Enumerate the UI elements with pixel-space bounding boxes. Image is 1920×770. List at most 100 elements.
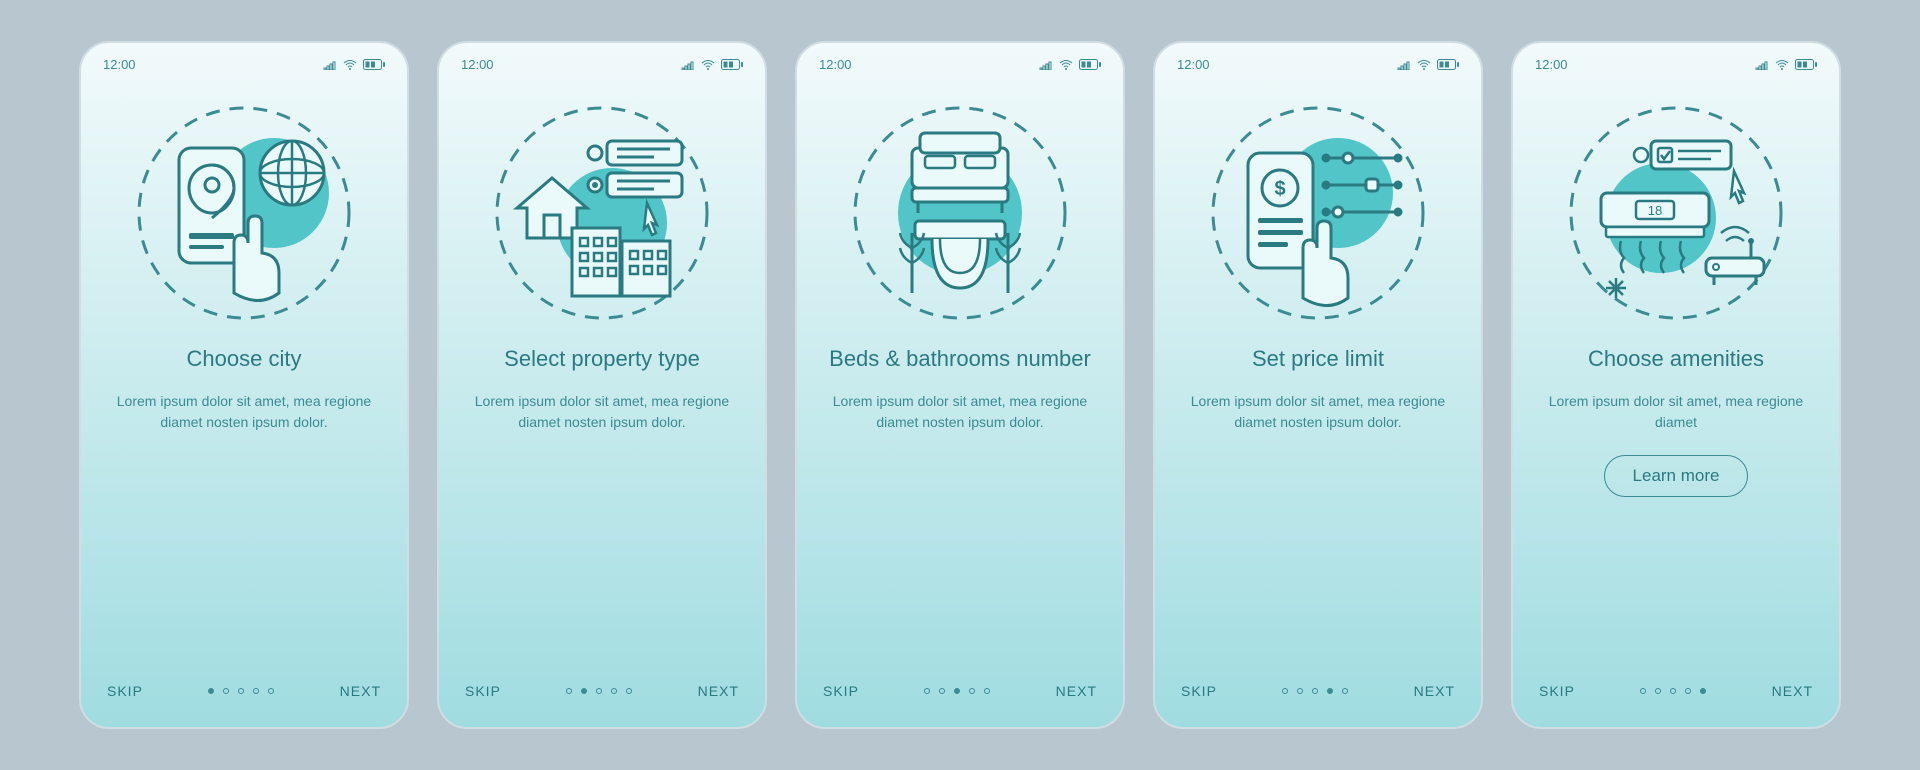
signal-icon [1755,60,1769,70]
dot[interactable] [268,688,274,694]
signal-icon [681,60,695,70]
dot[interactable] [611,688,617,694]
status-bar: 12:00 [797,43,1123,80]
status-time: 12:00 [1535,57,1568,72]
nav-bar: SKIP NEXT [439,659,765,727]
illustration-beds-bathrooms [797,80,1123,345]
dot[interactable] [1640,688,1646,694]
signal-icon [1397,60,1411,70]
phone-screen-4: 12:00 $ [1153,41,1483,729]
wifi-icon [343,60,357,70]
pagination-dots [1640,688,1706,694]
screen-body: Lorem ipsum dolor sit amet, mea regione … [1185,391,1451,433]
dot[interactable] [1670,688,1676,694]
dot[interactable] [1282,688,1288,694]
dot[interactable] [969,688,975,694]
screen-title: Choose city [111,345,377,373]
status-time: 12:00 [1177,57,1210,72]
illustration-price-limit: $ [1155,80,1481,345]
status-icons [1755,59,1817,70]
battery-icon [721,59,743,70]
skip-button[interactable]: SKIP [1181,683,1217,699]
screen-title: Set price limit [1185,345,1451,373]
nav-bar: SKIP NEXT [81,659,407,727]
pagination-dots [1282,688,1348,694]
dot[interactable] [924,688,930,694]
wifi-icon [1417,60,1431,70]
dot[interactable] [238,688,244,694]
onboarding-container: 12:00 [49,11,1871,759]
dot[interactable] [1297,688,1303,694]
learn-more-button[interactable]: Learn more [1604,455,1749,497]
dot[interactable] [223,688,229,694]
status-bar: 12:00 [81,43,407,80]
dot[interactable] [1655,688,1661,694]
content: Select property type Lorem ipsum dolor s… [439,345,765,433]
dot[interactable] [1342,688,1348,694]
screen-body: Lorem ipsum dolor sit amet, mea regione … [111,391,377,433]
screen-title: Select property type [469,345,735,373]
dot[interactable] [596,688,602,694]
dot[interactable] [939,688,945,694]
nav-bar: SKIP NEXT [797,659,1123,727]
next-button[interactable]: NEXT [1056,683,1097,699]
status-bar: 12:00 [1155,43,1481,80]
illustration-amenities: 18 [1513,80,1839,345]
screen-body: Lorem ipsum dolor sit amet, mea regione … [1543,391,1809,433]
status-bar: 12:00 [439,43,765,80]
dot[interactable] [1700,688,1706,694]
screen-title: Choose amenities [1543,345,1809,373]
battery-icon [1437,59,1459,70]
dot[interactable] [984,688,990,694]
screen-title: Beds & bathrooms number [827,345,1093,373]
status-bar: 12:00 [1513,43,1839,80]
dot[interactable] [954,688,960,694]
phone-screen-2: 12:00 [437,41,767,729]
pagination-dots [566,688,632,694]
dot[interactable] [208,688,214,694]
phone-screen-3: 12:00 [795,41,1125,729]
next-button[interactable]: NEXT [340,683,381,699]
skip-button[interactable]: SKIP [107,683,143,699]
dot[interactable] [1327,688,1333,694]
screen-body: Lorem ipsum dolor sit amet, mea regione … [827,391,1093,433]
skip-button[interactable]: SKIP [465,683,501,699]
status-time: 12:00 [461,57,494,72]
wifi-icon [1775,60,1789,70]
content: Beds & bathrooms number Lorem ipsum dolo… [797,345,1123,433]
content: Choose city Lorem ipsum dolor sit amet, … [81,345,407,433]
wifi-icon [701,60,715,70]
status-icons [323,59,385,70]
status-time: 12:00 [103,57,136,72]
content: Set price limit Lorem ipsum dolor sit am… [1155,345,1481,433]
pagination-dots [924,688,990,694]
status-icons [1397,59,1459,70]
battery-icon [1795,59,1817,70]
dot[interactable] [626,688,632,694]
battery-icon [363,59,385,70]
next-button[interactable]: NEXT [698,683,739,699]
status-icons [1039,59,1101,70]
dot[interactable] [253,688,259,694]
status-time: 12:00 [819,57,852,72]
wifi-icon [1059,60,1073,70]
phone-screen-5: 12:00 18 [1511,41,1841,729]
dot[interactable] [1685,688,1691,694]
signal-icon [323,60,337,70]
screen-body: Lorem ipsum dolor sit amet, mea regione … [469,391,735,433]
dot[interactable] [566,688,572,694]
status-icons [681,59,743,70]
svg-text:18: 18 [1648,203,1662,218]
next-button[interactable]: NEXT [1772,683,1813,699]
content: Choose amenities Lorem ipsum dolor sit a… [1513,345,1839,497]
dot[interactable] [581,688,587,694]
illustration-property-type [439,80,765,345]
skip-button[interactable]: SKIP [823,683,859,699]
skip-button[interactable]: SKIP [1539,683,1575,699]
battery-icon [1079,59,1101,70]
nav-bar: SKIP NEXT [1155,659,1481,727]
dot[interactable] [1312,688,1318,694]
svg-text:$: $ [1274,178,1285,200]
next-button[interactable]: NEXT [1414,683,1455,699]
illustration-choose-city [81,80,407,345]
